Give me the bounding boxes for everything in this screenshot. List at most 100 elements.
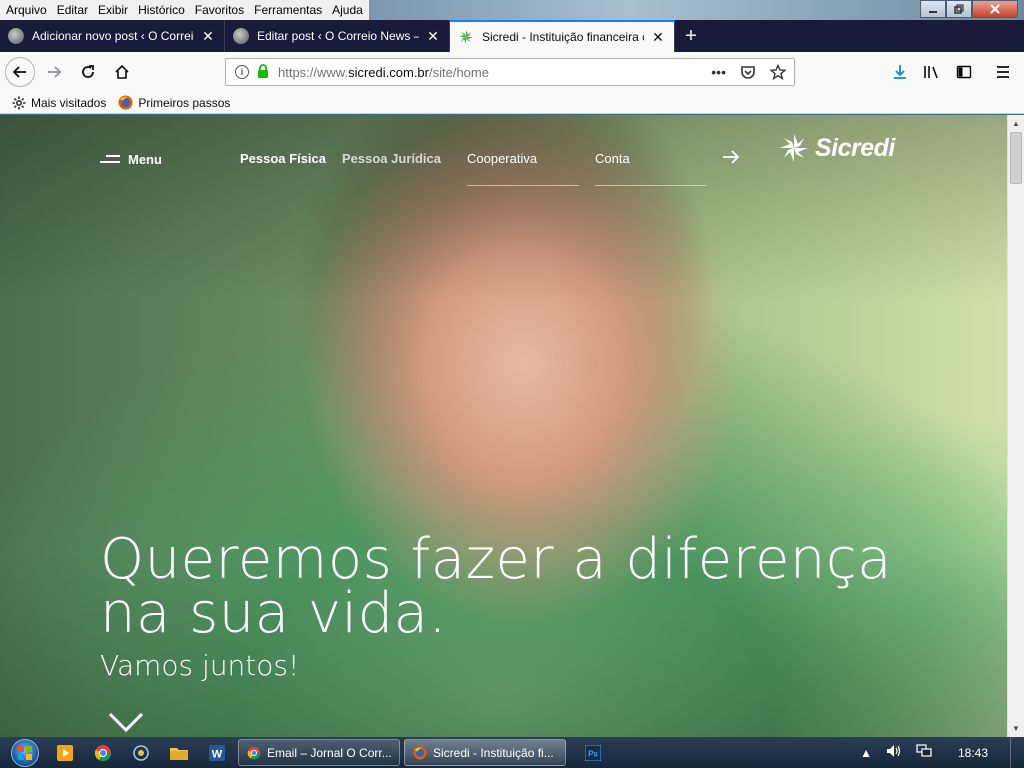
nav-cooperativa[interactable]: Cooperativa	[467, 151, 537, 166]
logo-text: Sicredi	[815, 133, 895, 162]
nav-conta[interactable]: Conta	[595, 151, 630, 166]
forward-button[interactable]	[39, 57, 69, 87]
media-player-icon	[57, 744, 73, 761]
bookmarks-toolbar: Mais visitados Primeiros passos	[0, 92, 1024, 114]
star-bookmark-icon[interactable]	[770, 64, 786, 80]
system-tray: ▲ 18:43	[860, 737, 1024, 768]
tab-adicionar-post[interactable]: Adicionar novo post ‹ O Correio ✕	[0, 20, 225, 52]
volume-icon[interactable]	[886, 744, 902, 761]
menu-editar[interactable]: Editar	[53, 0, 94, 20]
page-scrollbar[interactable]: ▲ ▼	[1007, 115, 1024, 737]
home-icon	[115, 64, 129, 79]
menu-ferramentas[interactable]: Ferramentas	[250, 0, 328, 20]
folder-icon	[170, 747, 188, 760]
firefox-icon	[413, 745, 427, 760]
url-bar[interactable]: i https://www.sicredi.com.br/site/home •…	[225, 58, 795, 86]
reload-icon	[82, 65, 94, 78]
taskbar-email-chrome[interactable]: Email – Jornal O Corr...	[238, 739, 400, 766]
info-icon[interactable]: i	[235, 65, 249, 79]
home-button[interactable]	[107, 57, 137, 87]
bookmark-label: Mais visitados	[31, 95, 107, 110]
hamburger-menu-button[interactable]	[988, 57, 1018, 87]
menu-lines-icon	[100, 151, 120, 167]
minimize-button[interactable]	[920, 0, 946, 18]
tab-editar-post[interactable]: Editar post ‹ O Correio News — ✕	[225, 20, 450, 52]
conta-arrow-button[interactable]	[722, 149, 740, 170]
scroll-down-button[interactable]	[108, 711, 144, 736]
tab-title: Editar post ‹ O Correio News —	[257, 29, 419, 43]
arrow-right-icon	[48, 66, 62, 78]
word-pinned[interactable]: W	[200, 737, 234, 768]
sicredi-favicon-icon	[458, 29, 474, 45]
restore-button[interactable]	[946, 0, 972, 18]
restore-icon	[954, 4, 964, 14]
nav-pessoa-fisica[interactable]: Pessoa Física	[240, 151, 326, 166]
new-tab-button[interactable]: +	[675, 20, 707, 52]
sidebar-button[interactable]	[949, 57, 979, 87]
menu-favoritos[interactable]: Favoritos	[191, 0, 250, 20]
tab-sicredi[interactable]: Sicredi - Instituição financeira c ✕	[450, 20, 675, 52]
menu-ajuda[interactable]: Ajuda	[328, 0, 369, 20]
url-text[interactable]: https://www.sicredi.com.br/site/home	[278, 65, 711, 80]
back-button[interactable]	[5, 57, 35, 87]
tab-close-icon[interactable]: ✕	[200, 28, 216, 45]
chevron-down-icon	[108, 712, 144, 733]
windows-taskbar: W Email – Jornal O Corr... Sicredi - Ins…	[0, 737, 1024, 768]
library-button[interactable]	[917, 57, 947, 87]
scroll-down-arrow-icon[interactable]: ▼	[1008, 720, 1024, 737]
photoshop-taskbar[interactable]: Ps	[576, 737, 610, 768]
word-icon: W	[209, 744, 225, 761]
conta-underline	[595, 185, 707, 186]
scrollbar-thumb[interactable]	[1010, 132, 1022, 184]
menu-historico[interactable]: Histórico	[134, 0, 191, 20]
file-explorer-pinned[interactable]	[162, 737, 196, 768]
wordpress-favicon-icon	[233, 28, 249, 44]
network-icon[interactable]	[916, 744, 932, 761]
photoshop-icon: Ps	[585, 744, 601, 761]
taskbar-sicredi-firefox[interactable]: Sicredi - Instituição fi...	[404, 739, 566, 766]
lock-icon[interactable]	[257, 63, 269, 81]
library-icon	[924, 66, 938, 79]
show-desktop-button[interactable]	[1010, 737, 1024, 768]
media-player-pinned[interactable]	[48, 737, 82, 768]
wordpress-favicon-icon	[8, 28, 24, 44]
menu-exibir[interactable]: Exibir	[94, 0, 134, 20]
url-path: /site/home	[429, 64, 489, 80]
tab-close-icon[interactable]: ✕	[650, 29, 666, 46]
sicredi-logo[interactable]: Sicredi	[779, 133, 895, 163]
show-hidden-icons-button[interactable]: ▲	[860, 746, 872, 760]
tab-bar: Adicionar novo post ‹ O Correio ✕ Editar…	[0, 20, 1024, 52]
pocket-icon[interactable]	[740, 64, 756, 80]
nav-pessoa-juridica[interactable]: Pessoa Jurídica	[342, 151, 441, 166]
menu-arquivo[interactable]: Arquivo	[2, 0, 53, 20]
chrome-icon	[94, 744, 112, 761]
downloads-button[interactable]	[885, 57, 915, 87]
site-menu-label: Menu	[128, 151, 162, 167]
scroll-up-arrow-icon[interactable]: ▲	[1008, 115, 1024, 132]
page-actions-button[interactable]: •••	[711, 64, 726, 80]
start-button[interactable]	[6, 737, 44, 768]
sicredi-logo-icon	[780, 134, 808, 162]
navigation-toolbar: i https://www.sicredi.com.br/site/home •…	[0, 52, 1024, 92]
url-host: sicredi.com.br	[348, 64, 429, 80]
tab-close-icon[interactable]: ✕	[425, 28, 441, 45]
network-app-pinned[interactable]	[124, 737, 158, 768]
close-window-button[interactable]	[972, 0, 1018, 18]
windows-logo-icon	[11, 738, 39, 767]
tab-title: Sicredi - Instituição financeira c	[482, 30, 644, 44]
clock[interactable]: 18:43	[958, 746, 988, 760]
bookmark-primeiros-passos[interactable]: Primeiros passos	[118, 95, 230, 110]
svg-text:Ps: Ps	[588, 749, 598, 758]
gear-icon	[12, 96, 26, 109]
hamburger-menu-icon	[997, 66, 1009, 78]
site-menu-button[interactable]: Menu	[100, 151, 162, 167]
sidebar-icon	[956, 65, 972, 79]
tab-title: Adicionar novo post ‹ O Correio	[32, 29, 194, 43]
plus-icon: +	[685, 24, 697, 47]
chrome-pinned[interactable]	[86, 737, 120, 768]
headline-line-1: Queremos fazer a diferença	[100, 527, 892, 592]
headline-line-2: na sua vida.	[100, 581, 447, 646]
reload-button[interactable]	[73, 57, 103, 87]
bookmark-mais-visitados[interactable]: Mais visitados	[12, 96, 106, 110]
hero-subheadline: Vamos juntos!	[100, 649, 300, 682]
